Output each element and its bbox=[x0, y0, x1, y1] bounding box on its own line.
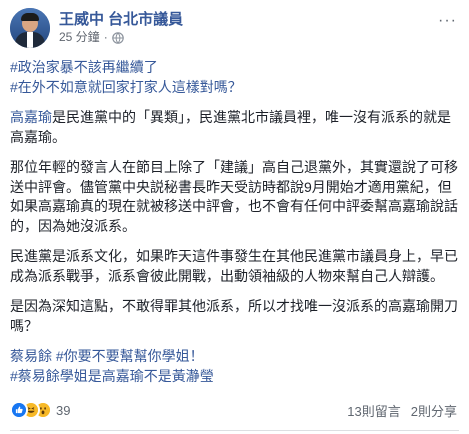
reaction-count: 39 bbox=[56, 402, 71, 418]
paragraph-text: 是因為深知這點，不敢得罪其他派系，所以才找唯一沒派系的高嘉瑜開刀嗎？ bbox=[10, 298, 458, 334]
post-header: 王威中 台北市議員 25 分鐘 · bbox=[10, 8, 183, 48]
hashtag-link[interactable]: #在外不如意就回家打家人這樣對嗎？ bbox=[10, 79, 242, 95]
avatar[interactable] bbox=[10, 8, 50, 48]
reactions-summary[interactable]: 39 bbox=[10, 401, 70, 419]
paragraph-text: 民進黨是派系文化，如果昨天這件事發生在其他民進黨市議員身上，早已成為派系戰爭，派… bbox=[10, 248, 458, 284]
more-options-icon[interactable]: ··· bbox=[438, 12, 457, 30]
post-footer: 39 13則留言 2則分享 bbox=[10, 398, 457, 422]
post-stats: 13則留言 2則分享 bbox=[347, 401, 457, 420]
timestamp[interactable]: 25 分鐘 bbox=[59, 29, 100, 46]
comments-count-link[interactable]: 13則留言 bbox=[347, 401, 400, 420]
like-reaction-icon bbox=[10, 401, 28, 419]
paragraph-text: 是民進黨中的「異類」，民進黨北市議員裡，唯一沒有派系的就是高嘉瑜。 bbox=[10, 109, 451, 145]
hashtag-link[interactable]: #蔡易餘學姐是高嘉瑜不是黃瀞瑩 bbox=[10, 368, 214, 384]
post-content: #政治家暴不該再繼續了 #在外不如意就回家打家人這樣對嗎？ 高嘉瑜是民進黨中的「… bbox=[10, 58, 462, 393]
shares-count-link[interactable]: 2則分享 bbox=[411, 401, 457, 420]
hashtag-link[interactable]: #政治家暴不該再繼續了 bbox=[10, 59, 158, 75]
post-time: 25 分鐘 · bbox=[59, 29, 183, 46]
globe-icon bbox=[111, 31, 124, 44]
facebook-post: 王威中 台北市議員 25 分鐘 · ··· #政治家暴不該再繼續了 #在外不如意… bbox=[0, 0, 469, 434]
paragraph-text: 那位年輕的發言人在節目上除了「建議」高自己退黨外，其實還說了可移送中評會。儘管黨… bbox=[10, 159, 458, 234]
divider bbox=[10, 430, 459, 431]
post-meta: 王威中 台北市議員 25 分鐘 · bbox=[59, 8, 183, 48]
author-name[interactable]: 王威中 台北市議員 bbox=[59, 10, 183, 29]
mention-link[interactable]: 高嘉瑜 bbox=[10, 109, 52, 125]
hashtag-link[interactable]: 蔡易餘 #你要不要幫幫你學姐！ bbox=[10, 348, 204, 364]
